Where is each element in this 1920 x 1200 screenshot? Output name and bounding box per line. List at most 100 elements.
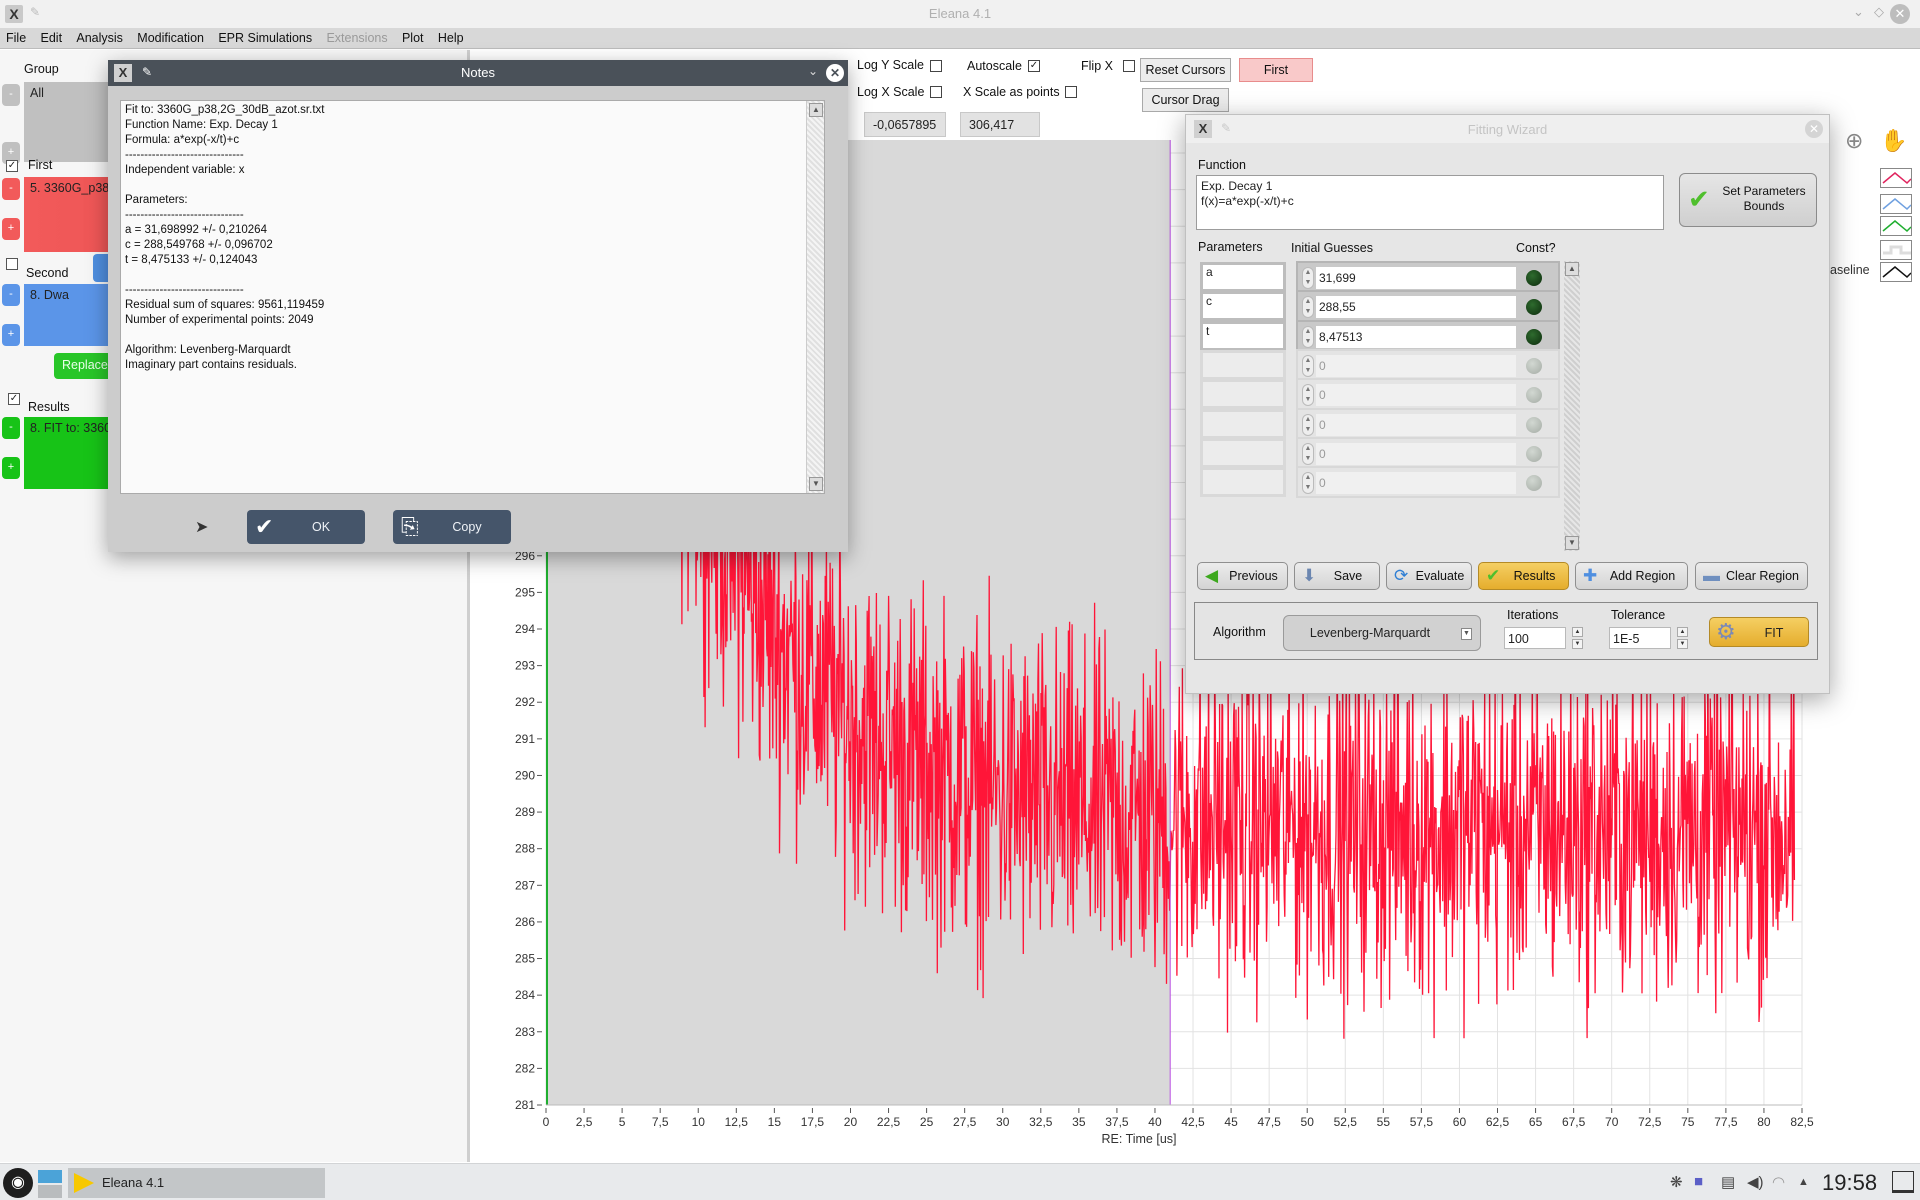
menu-modification[interactable]: Modification xyxy=(131,28,209,45)
results-checkbox[interactable]: ✓ xyxy=(8,393,20,405)
log-x-checkbox[interactable] xyxy=(930,86,942,98)
volume-icon[interactable]: ◀) xyxy=(1747,1173,1764,1191)
clock[interactable]: 19:58 xyxy=(1822,1170,1877,1196)
close-icon[interactable]: ✕ xyxy=(1805,120,1823,138)
iterations-input[interactable]: 100 xyxy=(1504,627,1566,649)
spinner-icon[interactable]: ▲ ▼ xyxy=(1302,413,1314,436)
add-region-button[interactable]: ✚ Add Region xyxy=(1575,562,1688,590)
first-next-button[interactable]: + xyxy=(2,218,20,240)
legend-swatch-first[interactable] xyxy=(1880,168,1912,188)
ok-button[interactable]: ✔ OK xyxy=(247,510,365,544)
parameter-name-field[interactable] xyxy=(1200,408,1286,439)
start-menu-icon[interactable]: ◉ xyxy=(3,1168,33,1198)
const-toggle[interactable] xyxy=(1526,416,1542,433)
legend-swatch-second[interactable] xyxy=(1880,194,1912,214)
legend-swatch-group[interactable] xyxy=(1880,240,1912,260)
results-button[interactable]: ✔ Results xyxy=(1478,562,1569,590)
spinner-icon[interactable]: ▲ ▼ xyxy=(1302,267,1314,289)
iterations-up-icon[interactable]: ▲ xyxy=(1572,627,1583,637)
menu-edit[interactable]: Edit xyxy=(35,28,68,45)
parameter-name-field[interactable]: t xyxy=(1200,320,1286,351)
parameter-name-field[interactable] xyxy=(1200,437,1286,468)
spinner-icon[interactable]: ▲ ▼ xyxy=(1302,354,1314,377)
clear-region-button[interactable]: ▬ Clear Region xyxy=(1695,562,1808,590)
parameter-name-field[interactable] xyxy=(1200,349,1286,380)
const-toggle[interactable] xyxy=(1526,357,1542,374)
function-field[interactable]: Exp. Decay 1 f(x)=a*exp(-x/t)+c xyxy=(1196,175,1664,230)
cursor-drag-button[interactable]: Cursor Drag xyxy=(1142,88,1229,112)
first-cursor-button[interactable]: First xyxy=(1239,58,1313,82)
initial-guess-input[interactable]: 0 xyxy=(1316,384,1516,407)
parameter-name-field[interactable]: c xyxy=(1200,291,1286,322)
notes-scrollbar[interactable]: ▲ ▼ xyxy=(806,101,824,493)
reset-cursors-button[interactable]: Reset Cursors xyxy=(1140,58,1231,82)
spinner-icon[interactable]: ▲ ▼ xyxy=(1302,472,1314,495)
set-parameters-bounds-button[interactable]: ✔ Set Parameters Bounds xyxy=(1679,173,1817,227)
initial-guess-input[interactable]: 0 xyxy=(1316,442,1516,465)
parameter-name-field[interactable]: a xyxy=(1200,262,1286,292)
initial-guess-input[interactable]: 0 xyxy=(1316,354,1516,377)
const-toggle[interactable] xyxy=(1526,445,1542,462)
const-toggle[interactable] xyxy=(1526,475,1542,492)
second-next-button[interactable]: + xyxy=(2,324,20,346)
spinner-icon[interactable]: ▲ ▼ xyxy=(1302,296,1314,319)
initial-guess-input[interactable]: 0 xyxy=(1316,413,1516,436)
evaluate-button[interactable]: ⟳ Evaluate xyxy=(1386,562,1472,590)
const-toggle[interactable] xyxy=(1526,387,1542,404)
parameter-name-field[interactable] xyxy=(1200,379,1286,410)
flip-x-checkbox[interactable] xyxy=(1123,60,1135,72)
copy-button[interactable]: ⎘ Copy xyxy=(393,510,511,544)
notes-textarea[interactable]: Fit to: 3360G_p38,2G_30dB_azot.sr.txt Fun… xyxy=(120,100,825,494)
minimize-icon[interactable]: ⌄ xyxy=(1853,4,1864,20)
algorithm-select[interactable]: Levenberg-Marquardt ▼ xyxy=(1283,615,1481,651)
group-prev-button[interactable]: - xyxy=(2,84,20,106)
menu-help[interactable]: Help xyxy=(432,28,469,45)
iterations-down-icon[interactable]: ▼ xyxy=(1572,639,1583,649)
second-checkbox[interactable] xyxy=(6,258,18,270)
menu-epr-simulations[interactable]: EPR Simulations xyxy=(212,28,317,45)
menu-analysis[interactable]: Analysis xyxy=(70,28,128,45)
x-scale-points-checkbox[interactable] xyxy=(1065,86,1077,98)
results-next-button[interactable]: + xyxy=(2,457,20,479)
close-icon[interactable]: ✕ xyxy=(826,64,844,82)
wifi-icon[interactable]: ◠ xyxy=(1772,1173,1785,1191)
previous-button[interactable]: ◀ Previous xyxy=(1197,562,1288,590)
show-desktop-button[interactable] xyxy=(1892,1171,1914,1193)
virtual-desktop-1[interactable] xyxy=(38,1170,62,1183)
menu-plot[interactable]: Plot xyxy=(396,28,429,45)
autoscale-checkbox[interactable]: ✓ xyxy=(1028,60,1040,72)
tolerance-up-icon[interactable]: ▲ xyxy=(1677,627,1688,637)
taskbar-task-eleana[interactable]: Eleana 4.1 xyxy=(68,1168,325,1198)
save-button[interactable]: ⬇ Save xyxy=(1294,562,1380,590)
teams-icon[interactable]: ■ xyxy=(1694,1173,1703,1190)
scroll-down-icon[interactable]: ▼ xyxy=(1565,536,1579,550)
maximize-icon[interactable]: ◇ xyxy=(1874,4,1884,20)
legend-swatch-results[interactable] xyxy=(1880,216,1912,236)
notes-titlebar[interactable]: X ✎ Notes ⌄ ✕ xyxy=(108,60,848,86)
expand-tray-icon[interactable]: ▲ xyxy=(1798,1176,1809,1188)
parameter-scrollbar[interactable]: ▲ ▼ xyxy=(1564,261,1580,551)
clipboard-icon[interactable]: ▤ xyxy=(1721,1173,1735,1191)
second-prev-button[interactable]: - xyxy=(2,284,20,306)
scroll-down-icon[interactable]: ▼ xyxy=(809,477,823,491)
tolerance-input[interactable]: 1E-5 xyxy=(1609,627,1671,649)
close-icon[interactable]: ✕ xyxy=(1890,4,1910,24)
parameter-name-field[interactable] xyxy=(1200,467,1286,498)
menu-file[interactable]: File xyxy=(0,28,31,45)
log-y-checkbox[interactable] xyxy=(930,60,942,72)
tolerance-down-icon[interactable]: ▼ xyxy=(1677,639,1688,649)
spinner-icon[interactable]: ▲ ▼ xyxy=(1302,325,1314,348)
initial-guess-input[interactable]: 0 xyxy=(1316,472,1516,495)
dropbox-icon[interactable]: ❋ xyxy=(1670,1173,1683,1191)
legend-swatch-baseline[interactable] xyxy=(1880,262,1912,282)
initial-guess-input[interactable]: 8,47513 xyxy=(1316,325,1516,348)
spinner-icon[interactable]: ▲ ▼ xyxy=(1302,442,1314,465)
spinner-icon[interactable]: ▲ ▼ xyxy=(1302,384,1314,407)
minimize-icon[interactable]: ⌄ xyxy=(808,64,818,78)
const-toggle[interactable] xyxy=(1526,299,1542,316)
initial-guess-input[interactable]: 288,55 xyxy=(1316,296,1516,319)
scroll-up-icon[interactable]: ▲ xyxy=(809,103,823,117)
virtual-desktop-2[interactable] xyxy=(38,1185,62,1198)
first-prev-button[interactable]: - xyxy=(2,178,20,200)
fit-button[interactable]: ⚙ FIT xyxy=(1709,617,1809,647)
